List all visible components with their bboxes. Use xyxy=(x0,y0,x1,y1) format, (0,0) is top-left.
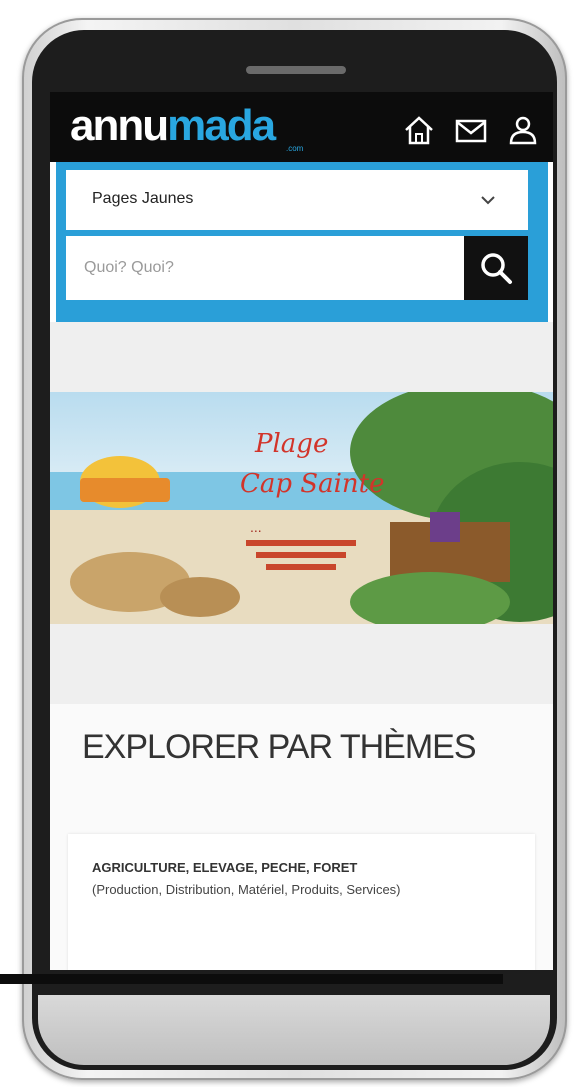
theme-card[interactable]: AGRICULTURE, ELEVAGE, PECHE, FORET (Prod… xyxy=(68,834,535,970)
banner-bottom-spacer xyxy=(50,624,553,704)
logo-part2: mada xyxy=(167,101,276,150)
phone-speaker xyxy=(246,66,346,74)
home-icon[interactable] xyxy=(402,114,436,146)
theme-card-title[interactable]: AGRICULTURE, ELEVAGE, PECHE, FORET xyxy=(92,860,512,875)
section-title: EXPLORER PAR THÈMES xyxy=(82,728,477,766)
logo[interactable]: annumada xyxy=(70,101,276,150)
header: annumada .com xyxy=(50,92,553,162)
phone-chin xyxy=(38,995,550,1065)
screen-bottom-bezel xyxy=(0,974,503,984)
banner-line1: Plage xyxy=(254,429,328,459)
user-icon[interactable] xyxy=(506,114,540,146)
search-icon xyxy=(481,253,512,284)
category-select-value: Pages Jaunes xyxy=(92,190,194,207)
category-select[interactable]: Pages Jaunes xyxy=(66,170,528,230)
banner-top-spacer xyxy=(50,322,553,392)
banner-line3: ... xyxy=(250,519,262,535)
promo-banner[interactable]: Plage Cap Sainte ... xyxy=(50,392,553,624)
themes-section: EXPLORER PAR THÈMES AGRICULTURE, ELEVAGE… xyxy=(50,704,553,970)
chevron-down-icon xyxy=(481,196,495,205)
search-input[interactable] xyxy=(66,236,464,300)
search-button[interactable] xyxy=(464,236,528,300)
theme-card-description: (Production, Distribution, Matériel, Pro… xyxy=(92,882,401,897)
banner-line2: Cap Sainte xyxy=(240,469,385,499)
search-panel: Pages Jaunes xyxy=(56,162,548,322)
mail-icon[interactable] xyxy=(454,114,488,146)
phone-screen: annumada .com Pages Jaunes Quoi? Quoi? P… xyxy=(50,92,553,970)
logo-domain: .com xyxy=(286,144,304,153)
logo-part1: annu xyxy=(70,101,169,150)
beach-banner-image: Plage Cap Sainte ... xyxy=(50,392,553,624)
